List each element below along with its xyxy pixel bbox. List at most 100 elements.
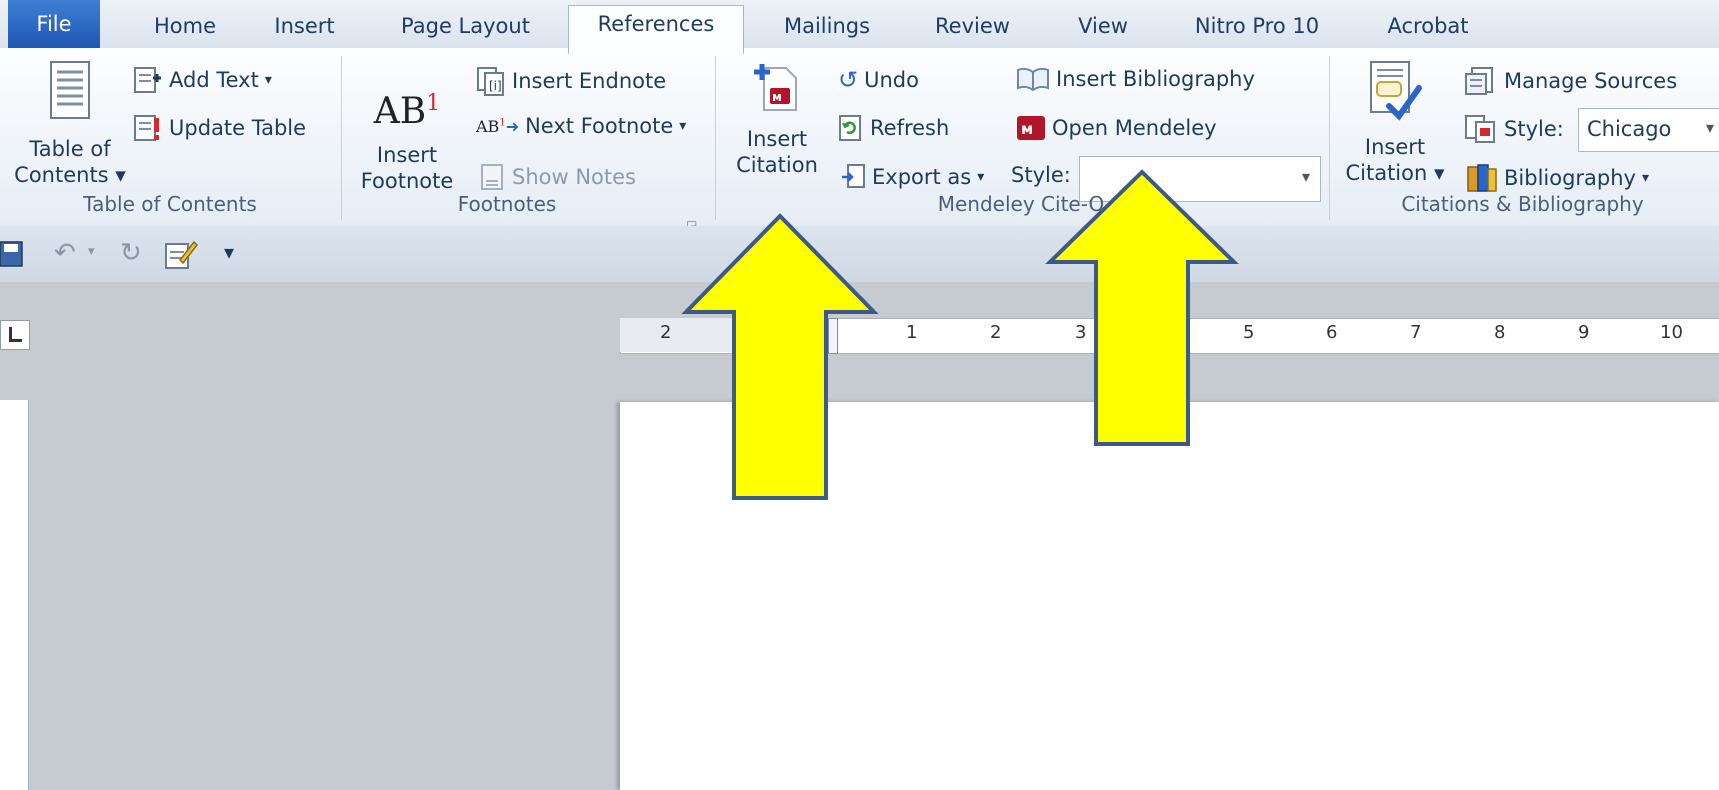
table-of-contents-label-2: Contents ▾ <box>14 163 126 187</box>
annotation-arrow-up <box>681 213 879 500</box>
save-icon[interactable] <box>0 240 26 268</box>
refresh-label: Refresh <box>870 116 950 140</box>
ruler-number: 1 <box>906 322 918 343</box>
tab-stop-icon <box>9 327 22 342</box>
insert-citation-label-1: Insert <box>1364 135 1426 159</box>
manage-sources-label: Manage Sources <box>1504 69 1678 93</box>
tab-acrobat[interactable]: Acrobat <box>1378 8 1478 44</box>
table-of-contents-button[interactable]: Table of Contents ▾ <box>0 60 140 188</box>
undo-icon[interactable]: ↶ <box>54 238 76 268</box>
next-footnote-button[interactable]: AB1➜ Next Footnote ▾ <box>476 114 686 138</box>
tab-references[interactable]: References <box>568 5 744 54</box>
insert-footnote-label-2: Footnote <box>360 169 454 193</box>
show-notes-button[interactable]: Show Notes <box>480 163 636 191</box>
refresh-icon <box>839 115 861 141</box>
mendeley-undo-button[interactable]: ↺ Undo <box>838 66 919 94</box>
mendeley-insert-citation-label-1: Insert <box>746 127 808 151</box>
insert-endnote-icon: [i] <box>477 67 504 96</box>
bibliography-icon <box>1467 164 1497 192</box>
ribbon-tab-bar: File Home Insert Page Layout References … <box>0 0 1719 54</box>
show-notes-label: Show Notes <box>512 165 636 189</box>
manage-sources-button[interactable]: Manage Sources <box>1464 66 1677 96</box>
annotation-arrow-up <box>1045 169 1239 446</box>
undo-icon: ↺ <box>838 66 859 94</box>
update-table-label: Update Table <box>169 116 307 140</box>
insert-bibliography-button[interactable]: Insert Bibliography <box>1016 66 1255 92</box>
tab-view[interactable]: View <box>1068 8 1138 44</box>
add-text-button[interactable]: Add Text ▾ <box>133 66 272 94</box>
mendeley-export-as-button[interactable]: Export as ▾ <box>840 163 984 191</box>
ruler-number: 6 <box>1326 322 1338 343</box>
group-label-table-of-contents: Table of Contents <box>83 192 257 216</box>
ruler-tab-selector[interactable] <box>0 320 30 350</box>
insert-citation-button[interactable]: Insert Citation ▾ <box>1340 60 1450 186</box>
svg-text:ᴍ: ᴍ <box>1021 120 1033 138</box>
ruler-number: 2 <box>660 322 672 343</box>
vertical-ruler[interactable] <box>0 400 29 790</box>
tab-insert[interactable]: Insert <box>262 8 347 44</box>
chevron-down-icon: ▾ <box>977 169 985 185</box>
chevron-down-icon: ▾ <box>679 118 687 134</box>
insert-citation-icon <box>1370 61 1422 121</box>
tab-file[interactable]: File <box>8 0 100 48</box>
mendeley-logo-icon: ᴍ <box>1017 116 1045 140</box>
open-mendeley-label: Open Mendeley <box>1052 116 1217 140</box>
insert-footnote-label-1: Insert <box>376 143 438 167</box>
chevron-down-icon: ▾ <box>264 72 272 88</box>
update-table-button[interactable]: Update Table <box>133 114 306 142</box>
chevron-down-icon: ▾ <box>1642 170 1650 186</box>
undo-label: Undo <box>864 68 919 92</box>
ruler-number: 10 <box>1660 322 1683 343</box>
mendeley-insert-citation-icon: ᴍ <box>754 64 797 111</box>
open-mendeley-button[interactable]: ᴍ Open Mendeley <box>1016 114 1217 142</box>
group-label-footnotes: Footnotes <box>457 192 557 216</box>
mendeley-refresh-button[interactable]: Refresh <box>838 114 949 142</box>
tab-page-layout[interactable]: Page Layout <box>393 8 538 44</box>
export-as-label: Export as <box>872 165 972 189</box>
add-text-icon <box>134 67 161 93</box>
chevron-down-icon[interactable]: ▾ <box>88 244 95 259</box>
footnote-ab-icon: AB1 <box>373 91 441 132</box>
group-label-citations-bibliography: Citations & Bibliography <box>1401 192 1644 216</box>
tab-home[interactable]: Home <box>145 8 225 44</box>
ruler-number: 8 <box>1494 322 1506 343</box>
ruler-number: 7 <box>1410 322 1422 343</box>
insert-bibliography-label: Insert Bibliography <box>1056 67 1255 91</box>
insert-citation-label-2: Citation ▾ <box>1345 161 1445 185</box>
export-icon <box>842 164 865 188</box>
insert-endnote-button[interactable]: [i] Insert Endnote <box>476 66 666 96</box>
tab-nitro-pro[interactable]: Nitro Pro 10 <box>1182 8 1332 44</box>
redo-icon[interactable]: ↻ <box>120 238 142 268</box>
tab-mailings[interactable]: Mailings <box>772 8 882 44</box>
bibliography-button[interactable]: Bibliography ▾ <box>1464 163 1649 193</box>
ruler-number: 5 <box>1243 322 1255 343</box>
update-table-icon <box>134 115 159 141</box>
ruler-number: 2 <box>990 322 1002 343</box>
svg-text:[i]: [i] <box>489 79 502 93</box>
citation-style-value: Chicago <box>1587 117 1672 141</box>
customize-toolbar-icon[interactable]: ▾ <box>224 240 234 264</box>
citation-style-label: Style: <box>1464 114 1564 144</box>
style-icon <box>1465 115 1495 143</box>
insert-bibliography-icon <box>1017 67 1049 92</box>
chevron-down-icon: ▾ <box>1705 118 1714 137</box>
mendeley-insert-citation-button[interactable]: ᴍ Insert Citation <box>726 62 828 178</box>
table-of-contents-icon <box>50 61 90 119</box>
add-text-label: Add Text <box>169 68 259 92</box>
style-label-text: Style: <box>1504 117 1564 141</box>
bibliography-label: Bibliography <box>1504 166 1636 190</box>
citation-style-dropdown[interactable]: Chicago ▾ <box>1578 108 1719 152</box>
svg-text:ᴍ: ᴍ <box>772 90 782 104</box>
show-notes-icon <box>481 164 503 190</box>
tab-review[interactable]: Review <box>925 8 1020 44</box>
ruler-number: 9 <box>1578 322 1590 343</box>
manage-sources-icon <box>1465 67 1493 95</box>
mendeley-insert-citation-label-2: Citation <box>736 153 818 177</box>
insert-endnote-label: Insert Endnote <box>512 69 667 93</box>
edit-document-icon[interactable] <box>164 238 198 270</box>
next-footnote-label: Next Footnote <box>525 114 674 138</box>
insert-footnote-button[interactable]: AB1 Insert Footnote <box>352 84 462 194</box>
next-footnote-icon: AB1➜ <box>476 116 520 136</box>
chevron-down-icon: ▾ <box>1301 167 1310 186</box>
table-of-contents-label-1: Table of <box>29 137 111 161</box>
